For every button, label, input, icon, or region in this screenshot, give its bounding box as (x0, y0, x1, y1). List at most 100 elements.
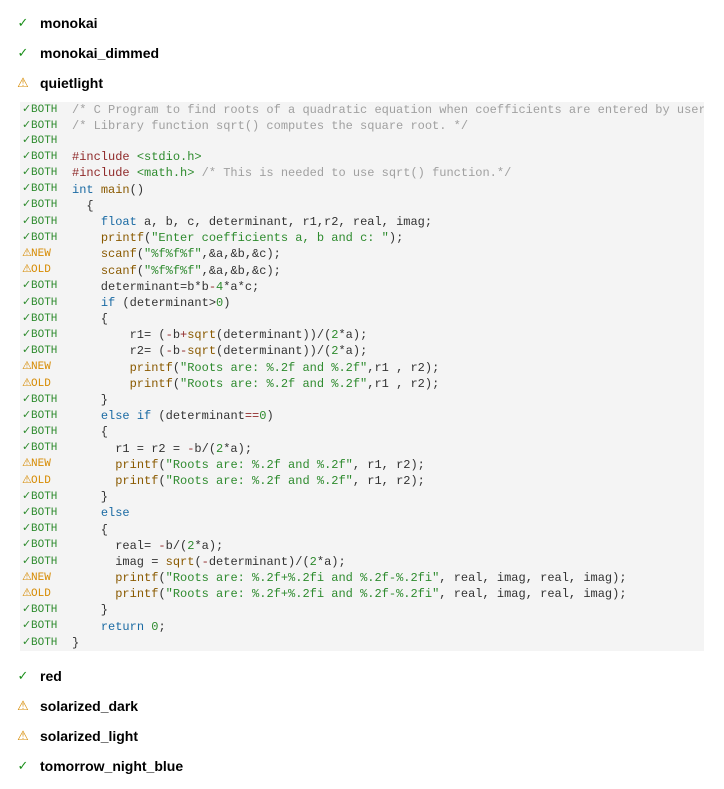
warning-icon: ⚠ (22, 377, 31, 392)
check-icon: ✓ (22, 344, 31, 359)
code-line: ✓BOTH#include <math.h> /* This is needed… (20, 165, 704, 181)
code-line: ⚠OLD printf("Roots are: %.2f and %.2f", … (20, 473, 704, 489)
code-line-content: r1= (-b+sqrt(determinant))/(2*a); (64, 327, 704, 343)
theme-row-monokai[interactable]: ✓monokai (10, 8, 714, 38)
gutter-label: OLD (31, 377, 51, 392)
diff-gutter-both: ✓BOTH (20, 182, 64, 198)
diff-gutter-both: ✓BOTH (20, 505, 64, 521)
diff-gutter-both: ✓BOTH (20, 279, 64, 295)
check-icon: ✓ (16, 45, 30, 61)
check-icon: ✓ (22, 538, 31, 553)
code-line: ✓BOTH { (20, 198, 704, 214)
code-line-content: { (64, 424, 704, 440)
theme-row-solarized_light[interactable]: ⚠solarized_light (10, 721, 714, 751)
diff-gutter-old: ⚠OLD (20, 376, 64, 392)
diff-gutter-both: ✓BOTH (20, 602, 64, 618)
gutter-label: BOTH (31, 490, 57, 505)
gutter-label: BOTH (31, 198, 57, 213)
diff-gutter-both: ✓BOTH (20, 343, 64, 359)
diff-gutter-both: ✓BOTH (20, 392, 64, 408)
check-icon: ✓ (22, 328, 31, 343)
code-line-content: printf("Roots are: %.2f+%.2fi and %.2f-%… (64, 570, 704, 586)
code-line: ✓BOTH/* C Program to find roots of a qua… (20, 102, 704, 118)
code-line: ✓BOTH r1= (-b+sqrt(determinant))/(2*a); (20, 327, 704, 343)
check-icon: ✓ (22, 166, 31, 181)
gutter-label: BOTH (31, 134, 57, 149)
diff-gutter-both: ✓BOTH (20, 554, 64, 570)
code-line-content: { (64, 311, 704, 327)
check-icon: ✓ (22, 150, 31, 165)
theme-name: quietlight (40, 75, 103, 91)
check-icon: ✓ (22, 603, 31, 618)
gutter-label: BOTH (31, 603, 57, 618)
code-line-content: printf("Roots are: %.2f and %.2f",r1 , r… (64, 360, 704, 376)
check-icon: ✓ (22, 279, 31, 294)
gutter-label: BOTH (31, 279, 57, 294)
diff-code-block: ✓BOTH/* C Program to find roots of a qua… (20, 102, 704, 651)
check-icon: ✓ (22, 490, 31, 505)
check-icon: ✓ (22, 198, 31, 213)
code-line: ⚠NEW printf("Roots are: %.2f and %.2f",r… (20, 360, 704, 376)
gutter-label: BOTH (31, 119, 57, 134)
check-icon: ✓ (22, 619, 31, 634)
warning-icon: ⚠ (16, 698, 30, 714)
code-line: ⚠OLD printf("Roots are: %.2f and %.2f",r… (20, 376, 704, 392)
code-line: ✓BOTH#include <stdio.h> (20, 149, 704, 165)
gutter-label: BOTH (31, 538, 57, 553)
check-icon: ✓ (22, 231, 31, 246)
code-line: ✓BOTH imag = sqrt(-determinant)/(2*a); (20, 554, 704, 570)
code-line-content: { (64, 522, 704, 538)
warning-icon: ⚠ (22, 457, 31, 472)
theme-row-monokai_dimmed[interactable]: ✓monokai_dimmed (10, 38, 714, 68)
check-icon: ✓ (22, 506, 31, 521)
theme-row-solarized_dark[interactable]: ⚠solarized_dark (10, 691, 714, 721)
code-line: ✓BOTH } (20, 489, 704, 505)
diff-gutter-both: ✓BOTH (20, 619, 64, 635)
code-line: ✓BOTH if (determinant>0) (20, 295, 704, 311)
code-line: ✓BOTH else if (determinant==0) (20, 408, 704, 424)
code-line-content (64, 134, 704, 149)
check-icon: ✓ (22, 636, 31, 651)
code-line: ✓BOTH return 0; (20, 619, 704, 635)
gutter-label: BOTH (31, 166, 57, 181)
code-line-content: printf("Roots are: %.2f and %.2f", r1, r… (64, 473, 704, 489)
code-line: ✓BOTH r1 = r2 = -b/(2*a); (20, 441, 704, 457)
code-line: ✓BOTH real= -b/(2*a); (20, 538, 704, 554)
warning-icon: ⚠ (16, 728, 30, 744)
check-icon: ✓ (22, 393, 31, 408)
diff-gutter-both: ✓BOTH (20, 327, 64, 343)
code-line-content: /* C Program to find roots of a quadrati… (64, 102, 704, 118)
theme-list-top: ✓monokai✓monokai_dimmed⚠quietlight (10, 8, 714, 98)
theme-row-red[interactable]: ✓red (10, 661, 714, 691)
diff-gutter-both: ✓BOTH (20, 149, 64, 165)
code-line: ✓BOTH { (20, 424, 704, 440)
code-line-content: else if (determinant==0) (64, 408, 704, 424)
warning-icon: ⚠ (22, 587, 31, 602)
code-line-content: r1 = r2 = -b/(2*a); (64, 441, 704, 457)
gutter-label: BOTH (31, 619, 57, 634)
gutter-label: BOTH (31, 393, 57, 408)
diff-gutter-old: ⚠OLD (20, 473, 64, 489)
theme-row-tomorrow_night_blue[interactable]: ✓tomorrow_night_blue (10, 751, 714, 781)
check-icon: ✓ (22, 182, 31, 197)
code-line-content: printf("Roots are: %.2f and %.2f", r1, r… (64, 457, 704, 473)
check-icon: ✓ (22, 312, 31, 327)
check-icon: ✓ (22, 103, 31, 118)
gutter-label: BOTH (31, 636, 57, 651)
gutter-label: BOTH (31, 441, 57, 456)
code-line-content: else (64, 505, 704, 521)
warning-icon: ⚠ (22, 474, 31, 489)
code-line: ✓BOTH r2= (-b-sqrt(determinant))/(2*a); (20, 343, 704, 359)
gutter-label: BOTH (31, 296, 57, 311)
theme-row-quietlight[interactable]: ⚠quietlight (10, 68, 714, 98)
diff-gutter-both: ✓BOTH (20, 134, 64, 149)
diff-gutter-both: ✓BOTH (20, 522, 64, 538)
gutter-label: BOTH (31, 182, 57, 197)
code-line-content: imag = sqrt(-determinant)/(2*a); (64, 554, 704, 570)
code-line: ✓BOTHint main() (20, 182, 704, 198)
diff-gutter-both: ✓BOTH (20, 118, 64, 134)
warning-icon: ⚠ (22, 263, 31, 278)
code-line: ✓BOTH { (20, 522, 704, 538)
check-icon: ✓ (22, 441, 31, 456)
diff-gutter-both: ✓BOTH (20, 198, 64, 214)
